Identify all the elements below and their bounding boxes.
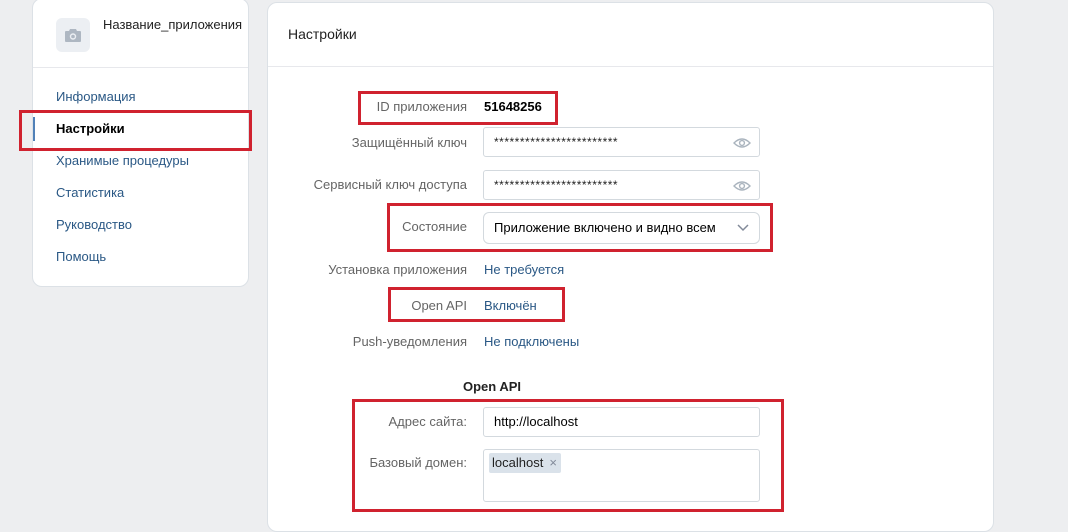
eye-icon[interactable] — [733, 137, 751, 149]
secure-key-field[interactable]: ************************ — [483, 127, 760, 157]
open-api-value[interactable]: Включён — [484, 298, 537, 313]
site-address-label: Адрес сайта: — [388, 414, 467, 429]
open-api-section-title: Open API — [463, 379, 522, 394]
base-domain-label: Базовый домен: — [369, 455, 467, 470]
eye-icon[interactable] — [733, 180, 751, 192]
secure-key-value: ************************ — [494, 135, 619, 149]
open-api-label: Open API — [411, 298, 467, 313]
page-title: Настройки — [288, 26, 357, 42]
push-value[interactable]: Не подключены — [484, 334, 579, 349]
settings-panel: Настройки ID приложения 51648256 Защищён… — [267, 2, 994, 532]
divider — [268, 66, 993, 67]
install-value[interactable]: Не требуется — [484, 262, 564, 277]
install-label: Установка приложения — [328, 262, 467, 277]
sidebar-nav: Информация Настройки Хранимые процедуры … — [33, 81, 248, 273]
push-label: Push-уведомления — [352, 334, 467, 349]
sidebar: Название_приложения Информация Настройки… — [32, 0, 249, 287]
app-id-value: 51648256 — [484, 99, 542, 114]
app-name: Название_приложения — [103, 17, 243, 32]
sidebar-item-guide[interactable]: Руководство — [33, 209, 248, 241]
sidebar-item-info[interactable]: Информация — [33, 81, 248, 113]
app-header: Название_приложения — [33, 0, 248, 68]
base-domain-field[interactable]: localhost × — [483, 449, 760, 502]
service-key-label: Сервисный ключ доступа — [313, 177, 467, 192]
state-select[interactable]: Приложение включено и видно всем — [483, 212, 760, 244]
sidebar-item-help[interactable]: Помощь — [33, 241, 248, 273]
state-label: Состояние — [402, 219, 467, 234]
app-id-label: ID приложения — [376, 99, 467, 114]
site-address-input[interactable] — [483, 407, 760, 437]
sidebar-item-settings[interactable]: Настройки — [33, 113, 248, 145]
secure-key-label: Защищённый ключ — [351, 135, 467, 150]
camera-icon — [65, 29, 81, 42]
state-value: Приложение включено и видно всем — [494, 220, 716, 235]
domain-tag-label: localhost — [492, 455, 544, 470]
chevron-down-icon — [737, 224, 749, 232]
service-key-field[interactable]: ************************ — [483, 170, 760, 200]
sidebar-item-statistics[interactable]: Статистика — [33, 177, 248, 209]
remove-tag-icon[interactable]: × — [549, 453, 557, 473]
app-avatar[interactable] — [56, 18, 90, 52]
sidebar-item-stored-procedures[interactable]: Хранимые процедуры — [33, 145, 248, 177]
domain-tag: localhost × — [489, 453, 561, 473]
service-key-value: ************************ — [494, 178, 619, 192]
site-address-field[interactable] — [494, 414, 744, 429]
